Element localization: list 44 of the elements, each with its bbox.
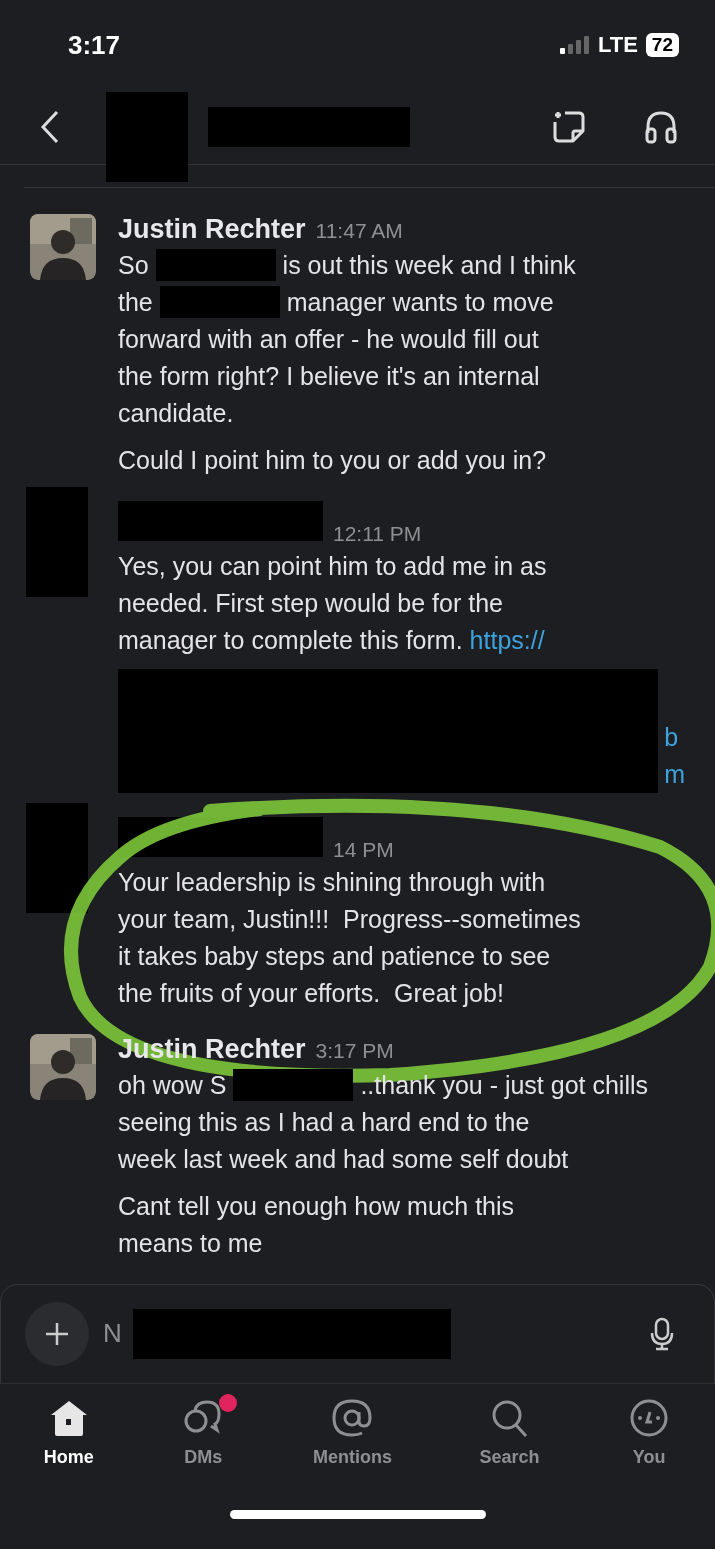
message-text: means to me <box>118 1227 263 1259</box>
sender-name[interactable]: Justin Rechter <box>118 1033 306 1065</box>
message-text: candidate. <box>118 397 234 429</box>
message-time: 12:11 PM <box>333 521 422 546</box>
plus-icon <box>44 1321 70 1347</box>
message-text: oh wow S <box>118 1069 227 1101</box>
headphones-icon[interactable] <box>643 109 679 146</box>
message-time: 14 PM <box>333 837 394 862</box>
tab[interactable]: Home <box>27 1398 110 1501</box>
message-text: the <box>118 286 153 318</box>
message-text: manager wants to move <box>286 286 554 318</box>
message-text: Cant tell you enough how much this <box>118 1190 515 1222</box>
message-text: is out this week and I think <box>282 249 576 281</box>
message-text: it takes baby steps and patience to see <box>118 940 551 972</box>
sender-name[interactable]: Justin Rechter <box>118 213 306 245</box>
message-text: forward with an offer - he would fill out <box>118 323 539 355</box>
back-icon[interactable] <box>40 110 60 145</box>
message-text: your team, Justin!!! Progress--sometimes <box>118 903 581 935</box>
message-text: needed. First step would be for the <box>118 587 503 619</box>
tab[interactable]: You <box>611 1398 688 1501</box>
link[interactable]: https:// <box>469 621 545 659</box>
microphone-icon[interactable] <box>650 1317 674 1351</box>
battery-level: 72 <box>645 33 679 58</box>
message-time: 11:47 AM <box>315 218 403 243</box>
link[interactable]: b <box>664 718 685 756</box>
message-text: week last week and had some self doubt <box>118 1143 569 1175</box>
tab[interactable]: Mentions <box>296 1398 408 1501</box>
network-label: LTE <box>597 32 638 59</box>
message-text: seeing this as I had a hard end to the <box>118 1106 530 1138</box>
message-time: 3:17 PM <box>315 1038 394 1063</box>
tab[interactable]: DMs <box>165 1398 242 1501</box>
message-text: manager to complete this form. <box>118 624 463 656</box>
message-text: Your leadership is shining through with <box>118 866 546 898</box>
status-time: 3:17 <box>68 29 121 61</box>
tab[interactable]: Search <box>463 1398 556 1501</box>
message-text: the form right? I believe it's an internal <box>118 360 540 392</box>
message-text: the fruits of your efforts. Great job! <box>118 977 504 1009</box>
message-field[interactable]: N <box>103 1318 125 1350</box>
signal-icon <box>559 36 590 55</box>
message-text: Yes, you can point him to add me in as <box>118 550 547 582</box>
message-text: So <box>118 249 149 281</box>
link[interactable]: m <box>664 755 685 793</box>
message-text: Could I point him to you or add you in? <box>118 444 547 476</box>
new-note-icon[interactable] <box>551 109 587 146</box>
